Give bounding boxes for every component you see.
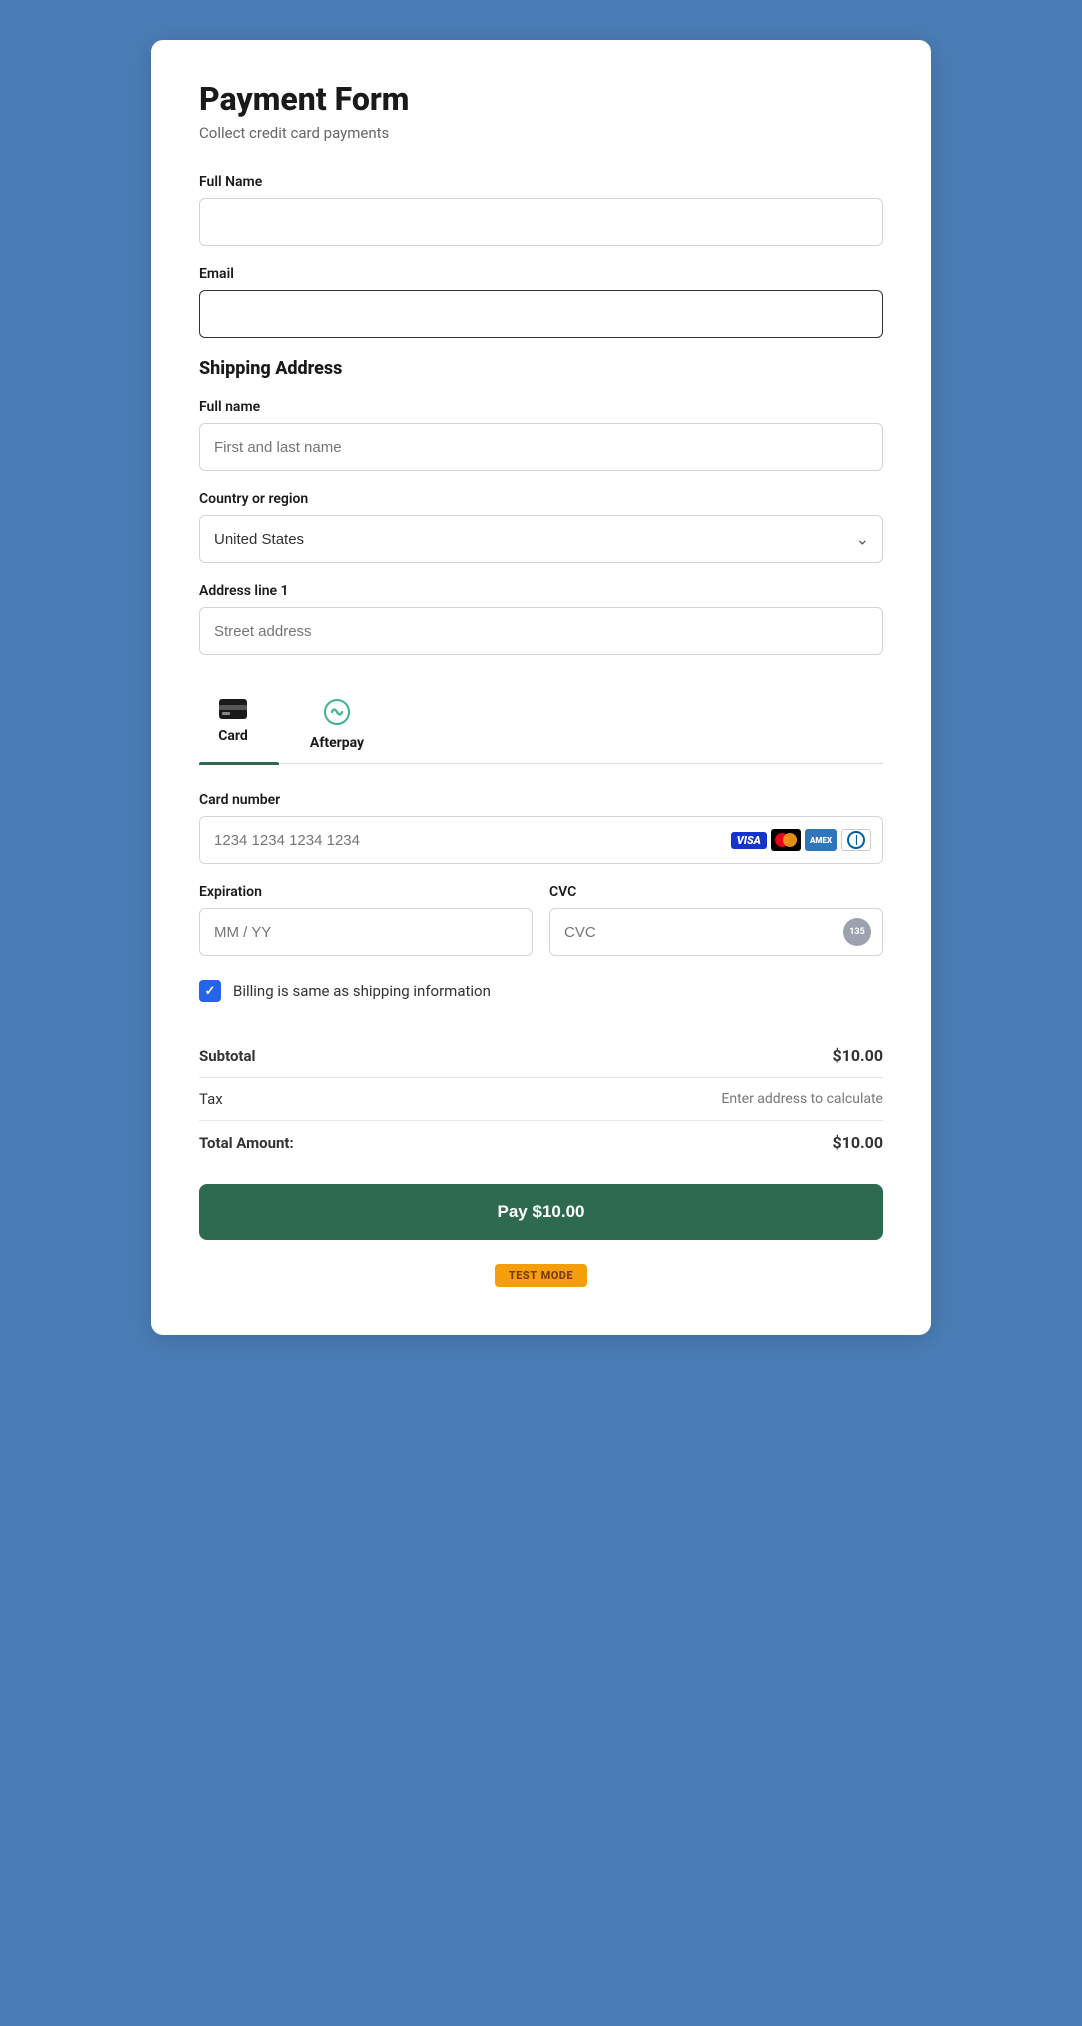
expiry-cvc-row: Expiration CVC 135 bbox=[199, 884, 883, 956]
expiration-input[interactable] bbox=[199, 908, 533, 956]
country-group: Country or region United States Canada U… bbox=[199, 491, 883, 563]
checkmark-icon: ✓ bbox=[205, 984, 216, 999]
card-number-wrapper: VISA AMEX bbox=[199, 816, 883, 864]
diners-logo bbox=[841, 829, 871, 851]
amex-logo: AMEX bbox=[805, 829, 837, 851]
test-mode-label: TEST MODE bbox=[495, 1264, 587, 1287]
shipping-name-group: Full name bbox=[199, 399, 883, 471]
full-name-label: Full Name bbox=[199, 174, 883, 190]
test-mode-badge: TEST MODE bbox=[199, 1264, 883, 1287]
subtotal-label: Subtotal bbox=[199, 1047, 256, 1065]
credit-card-icon bbox=[219, 699, 247, 724]
address-input[interactable] bbox=[199, 607, 883, 655]
email-group: Email bbox=[199, 266, 883, 338]
cvc-label: CVC bbox=[549, 884, 883, 900]
payment-form-card: Payment Form Collect credit card payment… bbox=[151, 40, 931, 1335]
card-number-group: Card number VISA AMEX bbox=[199, 792, 883, 864]
cvc-group: CVC 135 bbox=[549, 884, 883, 956]
expiration-label: Expiration bbox=[199, 884, 533, 900]
page-subtitle: Collect credit card payments bbox=[199, 124, 883, 142]
payment-tabs-container: Card Afterpay bbox=[199, 691, 883, 764]
total-row: Total Amount: $10.00 bbox=[199, 1121, 883, 1164]
country-label: Country or region bbox=[199, 491, 883, 507]
afterpay-icon bbox=[324, 699, 350, 731]
order-summary: Subtotal $10.00 Tax Enter address to cal… bbox=[199, 1034, 883, 1164]
total-value: $10.00 bbox=[832, 1133, 883, 1152]
tab-afterpay-label: Afterpay bbox=[310, 735, 364, 751]
country-select[interactable]: United States Canada United Kingdom Aust… bbox=[199, 515, 883, 563]
shipping-name-label: Full name bbox=[199, 399, 883, 415]
subtotal-value: $10.00 bbox=[832, 1046, 883, 1065]
email-label: Email bbox=[199, 266, 883, 282]
email-input[interactable] bbox=[199, 290, 883, 338]
tab-card[interactable]: Card bbox=[199, 691, 279, 763]
full-name-group: Full Name bbox=[199, 174, 883, 246]
mastercard-logo bbox=[771, 829, 801, 851]
tax-row: Tax Enter address to calculate bbox=[199, 1078, 883, 1121]
mc-circle-right bbox=[783, 833, 797, 847]
address-label: Address line 1 bbox=[199, 583, 883, 599]
total-label: Total Amount: bbox=[199, 1134, 294, 1152]
pay-button[interactable]: Pay $10.00 bbox=[199, 1184, 883, 1240]
address-group: Address line 1 bbox=[199, 583, 883, 655]
subtotal-row: Subtotal $10.00 bbox=[199, 1034, 883, 1078]
full-name-input[interactable] bbox=[199, 198, 883, 246]
expiration-group: Expiration bbox=[199, 884, 533, 956]
diners-outer bbox=[847, 831, 865, 849]
card-number-label: Card number bbox=[199, 792, 883, 808]
tab-afterpay[interactable]: Afterpay bbox=[303, 691, 383, 763]
tab-card-label: Card bbox=[218, 728, 248, 744]
cvc-input[interactable] bbox=[549, 908, 883, 956]
tax-label: Tax bbox=[199, 1090, 223, 1108]
shipping-section-title: Shipping Address bbox=[199, 358, 883, 379]
card-logos: VISA AMEX bbox=[731, 829, 871, 851]
diners-divider bbox=[856, 835, 857, 845]
tabs-row: Card Afterpay bbox=[199, 691, 883, 764]
billing-same-checkbox[interactable]: ✓ bbox=[199, 980, 221, 1002]
cvc-wrapper: 135 bbox=[549, 908, 883, 956]
country-select-wrapper: United States Canada United Kingdom Aust… bbox=[199, 515, 883, 563]
shipping-name-input[interactable] bbox=[199, 423, 883, 471]
cvc-badge: 135 bbox=[843, 918, 871, 946]
visa-logo: VISA bbox=[731, 832, 767, 849]
tax-value: Enter address to calculate bbox=[721, 1091, 883, 1107]
page-title: Payment Form bbox=[199, 80, 883, 118]
billing-checkbox-row[interactable]: ✓ Billing is same as shipping informatio… bbox=[199, 980, 883, 1002]
billing-checkbox-label: Billing is same as shipping information bbox=[233, 982, 491, 1000]
